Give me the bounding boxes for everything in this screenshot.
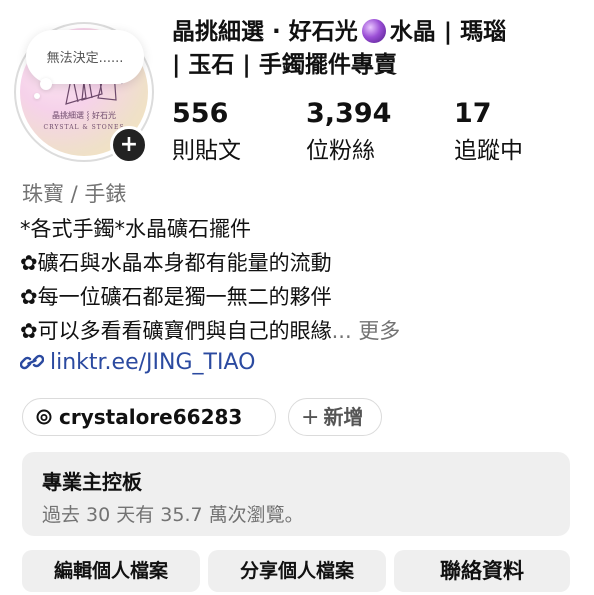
bio-line: ✿可以多看看礦寶們與自己的眼緣	[20, 319, 332, 343]
threads-badge[interactable]: crystalore66283	[22, 398, 276, 436]
followers-stat[interactable]: 3,394 位粉絲	[306, 98, 391, 165]
following-label: 追蹤中	[454, 138, 523, 164]
edit-profile-button[interactable]: 編輯個人檔案	[22, 550, 200, 592]
add-button[interactable]: + 新增	[288, 398, 382, 436]
bio-line: ✿每一位礦石都是獨一無二的夥伴	[20, 285, 332, 309]
bio-line-last: ✿可以多看看礦寶們與自己的眼緣... 更多	[20, 314, 580, 348]
professional-dashboard[interactable]: 專業主控板 過去 30 天有 35.7 萬次瀏覽。	[22, 452, 570, 536]
note-text: 無法決定......	[46, 51, 124, 66]
bio-line: ✿礦石與水晶本身都有能量的流動	[20, 251, 332, 275]
profile-avatar-area[interactable]: 晶挑細選 ⸾ 好石光 CRYSTAL & STONES 無法決定...... +	[10, 18, 160, 168]
crystal-ball-icon	[361, 19, 386, 43]
bio-line: *各式手鐲*水晶礦石擺件	[20, 217, 251, 241]
posts-count: 556	[172, 98, 229, 129]
bio-text: *各式手鐲*水晶礦石擺件 ✿礦石與水晶本身都有能量的流動 ✿每一位礦石都是獨一無…	[20, 212, 580, 348]
contact-button[interactable]: 聯絡資料	[394, 550, 570, 592]
more-link[interactable]: 更多	[358, 319, 400, 343]
posts-label: 則貼文	[172, 138, 241, 164]
note-bubble-tail-small	[34, 93, 40, 99]
link-icon	[20, 354, 44, 370]
bio-link[interactable]: linktr.ee/JING_TIAO	[20, 350, 255, 375]
threads-icon	[36, 409, 52, 425]
logo-text-chinese: 晶挑細選 ⸾ 好石光	[52, 111, 116, 120]
plus-icon: +	[119, 132, 139, 157]
bio-link-text: linktr.ee/JING_TIAO	[50, 350, 256, 375]
profile-category: 珠寶 / 手錶	[22, 182, 127, 206]
followers-label: 位粉絲	[306, 138, 375, 164]
following-stat[interactable]: 17 追蹤中	[454, 98, 523, 165]
name-part-3: | 玉石 | 手鐲擺件專賣	[172, 52, 397, 78]
dashboard-title: 專業主控板	[42, 470, 142, 494]
profile-name: 晶挑細選 · 好石光 水晶 | 瑪瑙 | 玉石 | 手鐲擺件專賣	[172, 16, 582, 82]
following-count: 17	[454, 98, 492, 129]
name-part-1: 晶挑細選 · 好石光	[172, 19, 358, 45]
plus-icon: +	[301, 405, 320, 430]
bio-ellipsis: ...	[331, 319, 359, 343]
followers-count: 3,394	[306, 98, 392, 129]
dashboard-subtitle: 過去 30 天有 35.7 萬次瀏覽。	[42, 504, 304, 526]
threads-handle: crystalore66283	[59, 405, 243, 429]
add-story-button[interactable]: +	[110, 126, 148, 164]
note-bubble[interactable]: 無法決定......	[26, 30, 144, 84]
note-bubble-tail	[40, 78, 52, 90]
name-part-2: 水晶 | 瑪瑙	[389, 19, 507, 45]
posts-stat[interactable]: 556 則貼文	[172, 98, 241, 165]
add-label: 新增	[323, 405, 364, 429]
share-profile-button[interactable]: 分享個人檔案	[208, 550, 386, 592]
